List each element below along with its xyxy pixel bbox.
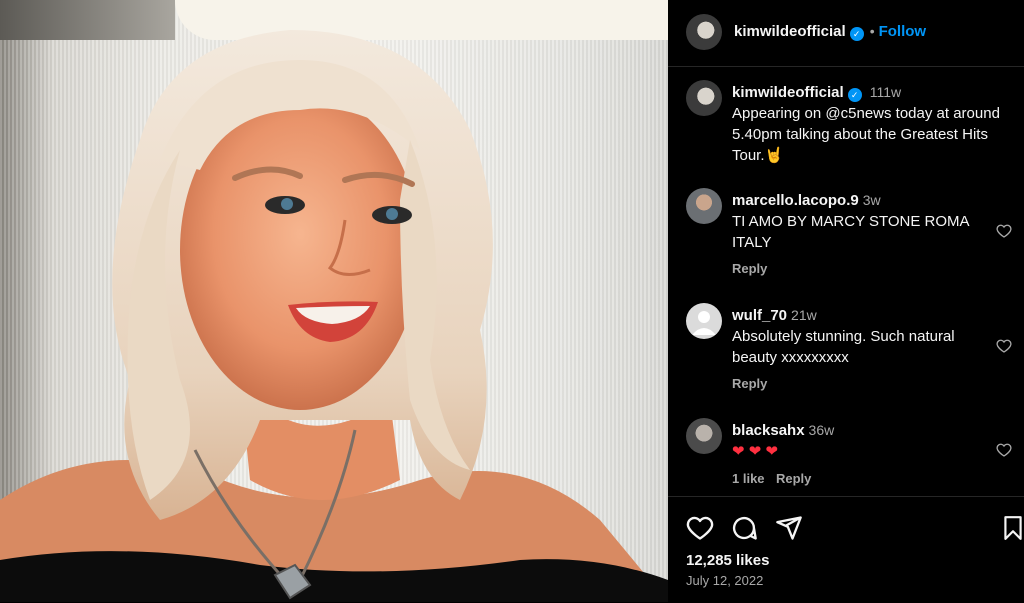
heart-icon[interactable] [996,223,1012,239]
comment-text: ❤ ❤ ❤ [732,443,779,460]
comment-like-count[interactable]: 1 like [732,471,765,486]
comment-text: TI AMO BY MARCY STONE ROMA ITALY [732,213,969,251]
verified-badge-icon: ✓ [849,27,864,41]
comment-timestamp[interactable]: 21w [791,307,817,323]
commenter-avatar[interactable] [686,418,722,454]
author-avatar[interactable] [686,14,722,50]
caption-timestamp[interactable]: 111w [870,84,901,100]
caption-avatar[interactable] [686,80,722,116]
reply-button[interactable]: Reply [732,376,767,391]
verified-badge-icon: ✓ [847,88,862,102]
follow-button[interactable]: Follow [879,23,927,40]
reply-button[interactable]: Reply [732,261,767,276]
comment-icon[interactable] [730,514,758,542]
reply-button[interactable]: Reply [776,471,811,486]
caption-text: Appearing on @c5news today at around 5.4… [732,105,1000,164]
post-photo[interactable] [0,0,668,602]
comment-username[interactable]: wulf_70 [732,307,787,324]
portrait-illustration [0,30,668,602]
commenter-avatar[interactable] [686,303,722,339]
share-icon[interactable] [775,514,803,542]
like-count[interactable]: 12,285 likes [686,552,769,569]
heart-icon[interactable] [996,442,1012,458]
comment-timestamp[interactable]: 3w [863,192,881,208]
post-sidebar: kimwildeofficial ✓ • Follow kimwildeofficia… [668,0,1024,602]
default-avatar-icon [692,311,716,335]
comment-username[interactable]: blacksahx [732,422,805,439]
separator-dot: • [869,23,875,39]
comment-username[interactable]: marcello.lacopo.9 [732,192,859,209]
commenter-avatar[interactable] [686,188,722,224]
heart-icon[interactable] [686,514,714,542]
heart-icon[interactable] [996,338,1012,354]
caption-username[interactable]: kimwildeofficial [732,84,844,101]
comment-text: Absolutely stunning. Such natural beauty… [732,328,955,366]
comment-timestamp[interactable]: 36w [809,422,835,438]
author-username[interactable]: kimwildeofficial [734,23,846,40]
author-line: kimwildeofficial ✓ • Follow [734,23,926,41]
post-header: kimwildeofficial ✓ • Follow [668,0,1024,67]
bookmark-icon[interactable] [1000,514,1024,542]
post-date[interactable]: July 12, 2022 [686,573,763,588]
